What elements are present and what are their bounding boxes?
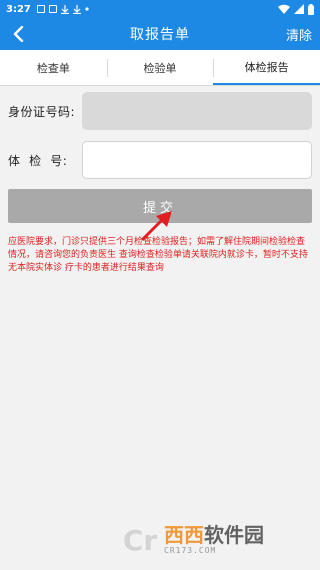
page-title: 取报告单 [130,27,190,43]
notice-text: 应医院要求，门诊只提供三个月检查检验报告；如需了解住院期间检验检查情况，请咨询您… [8,237,308,273]
exam-number-row: 体 检 号: [8,141,312,179]
clear-button[interactable]: 清除 [286,25,312,44]
tab-bar: 检查单 检验单 体检报告 [0,50,320,86]
watermark-url: CR173.COM [164,546,217,555]
wifi-icon [278,4,290,14]
id-number-label: 身份证号码: [8,104,76,119]
chevron-left-icon [13,26,24,42]
tab-physical-exam[interactable]: 体检报告 [213,50,320,85]
status-right-icons [278,3,314,15]
app-header: 取报告单 清除 [0,18,320,50]
download-icon [60,4,69,14]
signal-icon [294,4,304,14]
watermark-logo-icon: Cr [122,523,158,557]
battery-icon [308,3,314,15]
exam-number-input[interactable] [82,141,312,179]
watermark-name: 西西软件园 [164,525,264,545]
watermark-text: 西西软件园 CR173.COM [164,525,264,555]
sim-icon [36,5,45,13]
status-left-icons [36,4,89,14]
status-bar: 3:27 [0,0,320,18]
watermark: Cr 西西软件园 CR173.COM [120,520,310,560]
watermark-name-b: 软件园 [204,523,264,547]
dot-icon [85,7,89,11]
tab-lab-test[interactable]: 检验单 [106,50,214,85]
id-number-input[interactable] [82,92,312,130]
back-button[interactable] [8,24,28,44]
tab-inspection[interactable]: 检查单 [0,50,107,85]
download-icon [72,4,81,14]
watermark-name-a: 西西 [164,523,204,547]
sim-icon [48,5,57,13]
status-time: 3:27 [6,3,31,15]
id-number-row: 身份证号码: [8,92,312,130]
exam-number-label: 体 检 号: [8,153,68,168]
